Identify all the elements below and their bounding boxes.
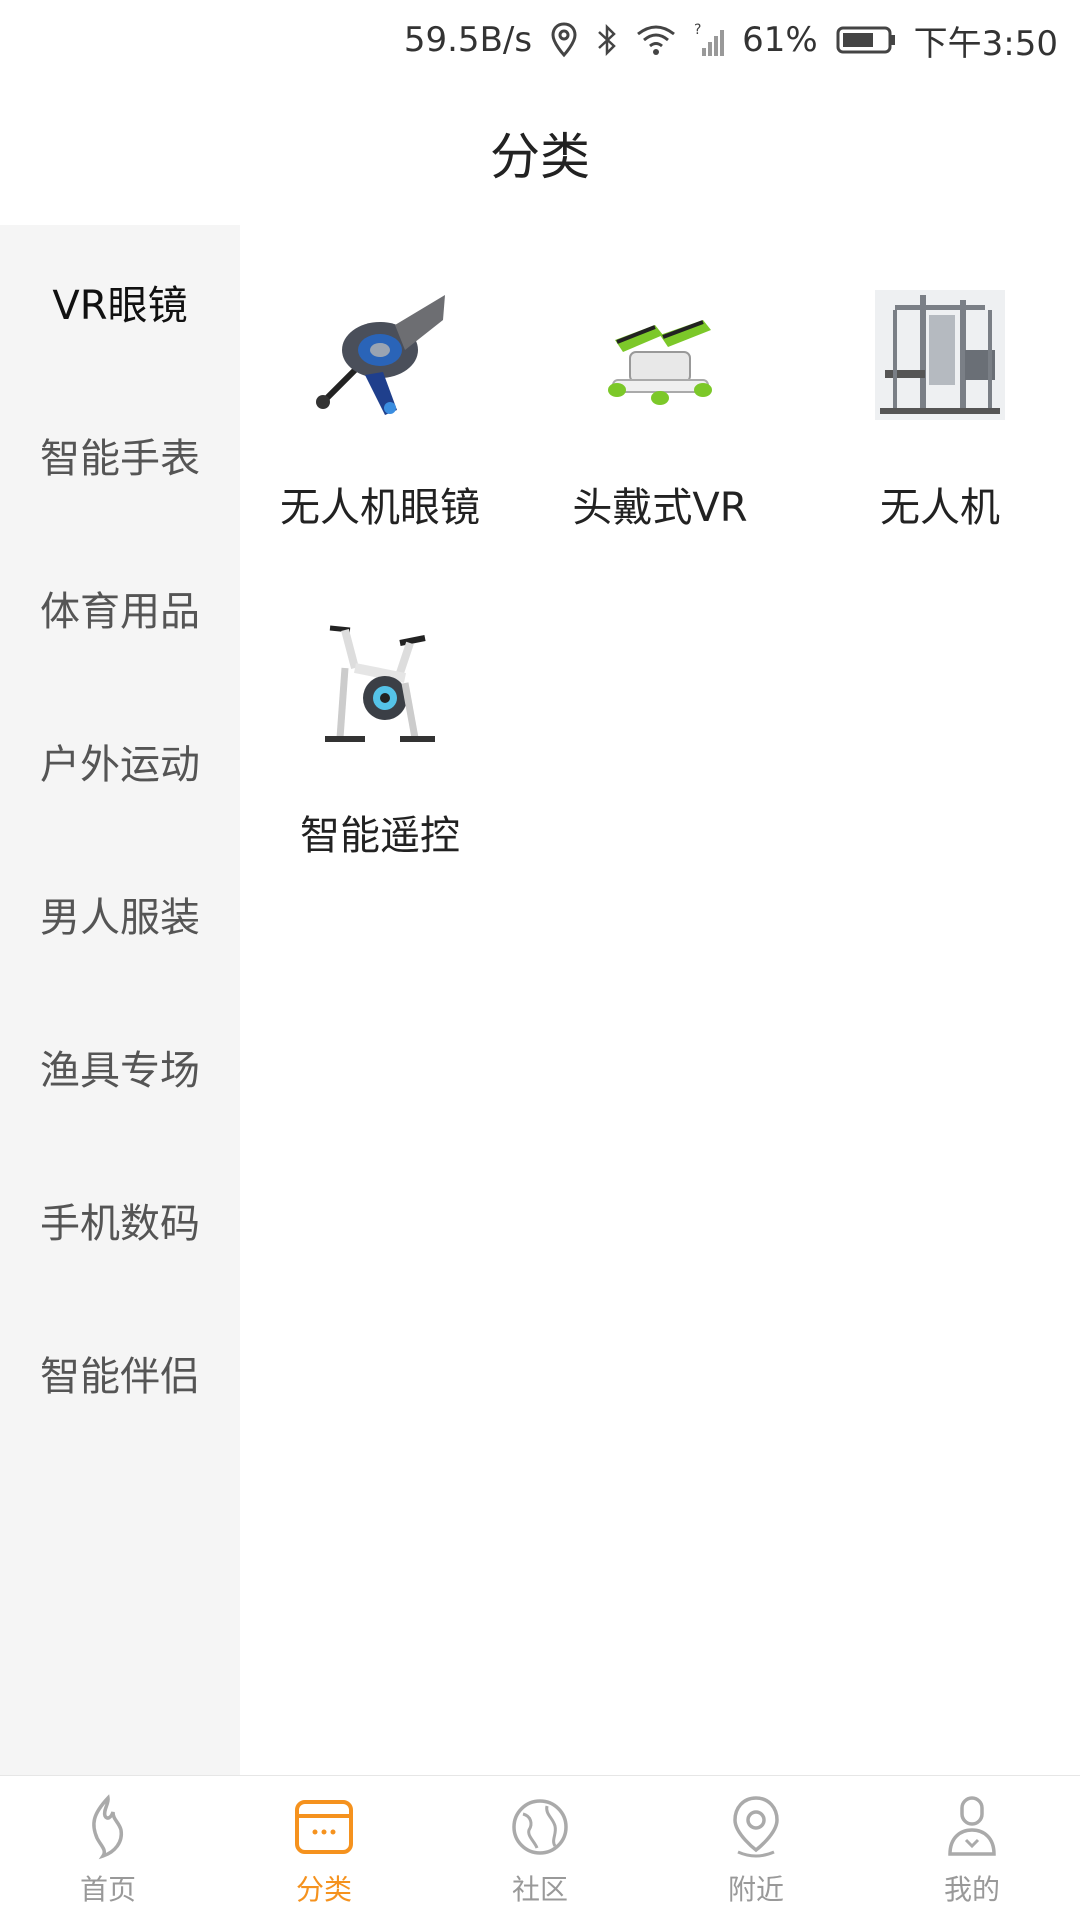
- subcategory-item[interactable]: 智能遥控: [240, 553, 520, 881]
- signal-icon: ?: [694, 22, 725, 58]
- sidebar-item-smart-watch[interactable]: 智能手表: [0, 378, 240, 531]
- tab-label: 首页: [79, 1873, 136, 1906]
- sidebar-item-smart-companion[interactable]: 智能伴侣: [0, 1296, 240, 1449]
- page-title: 分类: [490, 127, 590, 186]
- subcategory-item[interactable]: 无人机: [800, 225, 1080, 553]
- sidebar-item-label: 智能手表: [40, 435, 200, 482]
- sidebar-item-label: 手机数码: [40, 1200, 200, 1247]
- svg-text:?: ?: [694, 22, 701, 38]
- sidebar-item-label: 男人服装: [40, 894, 200, 941]
- sidebar-item-fishing-gear[interactable]: 渔具专场: [0, 990, 240, 1143]
- sidebar-item-label: VR眼镜: [52, 282, 188, 329]
- sidebar-item-label: 体育用品: [40, 588, 200, 635]
- subcategory-item[interactable]: 无人机眼镜: [240, 225, 520, 553]
- status-bar: 59.5B/s ? 61% 下午3:50: [0, 0, 1080, 80]
- exercise-bike-image: [300, 603, 460, 763]
- globe-icon: [507, 1794, 573, 1860]
- subcategory-label: 头戴式VR: [572, 485, 748, 531]
- clock-time: 下午3:50: [913, 23, 1058, 64]
- sidebar-item-label: 户外运动: [40, 741, 200, 788]
- tab-community[interactable]: 社区: [432, 1776, 648, 1921]
- tab-home[interactable]: 首页: [0, 1776, 216, 1921]
- network-speed: 59.5B/s: [403, 20, 533, 60]
- stepper-machine-image: [580, 275, 740, 435]
- bluetooth-icon: [596, 22, 618, 58]
- sidebar-item-outdoor-sports[interactable]: 户外运动: [0, 684, 240, 837]
- tab-label: 我的: [943, 1873, 1000, 1906]
- category-sidebar: VR眼镜 智能手表 体育用品 户外运动 男人服装 渔具专场 手机数码 智能伴侣: [0, 225, 240, 1775]
- subcategory-label: 智能遥控: [300, 813, 460, 859]
- sidebar-item-phones-digital[interactable]: 手机数码: [0, 1143, 240, 1296]
- tab-category[interactable]: 分类: [216, 1776, 432, 1921]
- subcategory-panel: 无人机眼镜 头戴式VR 无人机 智能遥控: [240, 225, 1080, 1775]
- sidebar-item-vr-glasses[interactable]: VR眼镜: [0, 225, 240, 378]
- category-icon: [291, 1794, 357, 1860]
- gym-station-image: [860, 275, 1020, 435]
- subcategory-item[interactable]: 头戴式VR: [520, 225, 800, 553]
- fishing-reel-image: [300, 275, 460, 435]
- tab-label: 分类: [295, 1873, 352, 1906]
- battery-icon: [836, 25, 896, 55]
- location-status-icon: [550, 22, 578, 58]
- sidebar-item-mens-clothing[interactable]: 男人服装: [0, 837, 240, 990]
- wifi-icon: [636, 24, 676, 56]
- sidebar-item-label: 渔具专场: [40, 1047, 200, 1094]
- page-header: 分类: [0, 80, 1080, 225]
- location-icon: [723, 1794, 789, 1860]
- sidebar-item-label: 智能伴侣: [40, 1353, 200, 1400]
- user-icon: [939, 1794, 1005, 1860]
- subcategory-label: 无人机: [880, 485, 1000, 531]
- tab-label: 附近: [727, 1873, 784, 1906]
- subcategory-label: 无人机眼镜: [280, 485, 480, 531]
- tab-nearby[interactable]: 附近: [648, 1776, 864, 1921]
- sidebar-item-sports-goods[interactable]: 体育用品: [0, 531, 240, 684]
- flame-icon: [75, 1794, 141, 1860]
- tab-profile[interactable]: 我的: [864, 1776, 1080, 1921]
- subcategory-grid: 无人机眼镜 头戴式VR 无人机 智能遥控: [240, 225, 1080, 881]
- battery-percent: 61%: [742, 20, 818, 60]
- bottom-tab-bar: 首页 分类 社区 附近 我的: [0, 1775, 1080, 1921]
- tab-label: 社区: [511, 1873, 568, 1906]
